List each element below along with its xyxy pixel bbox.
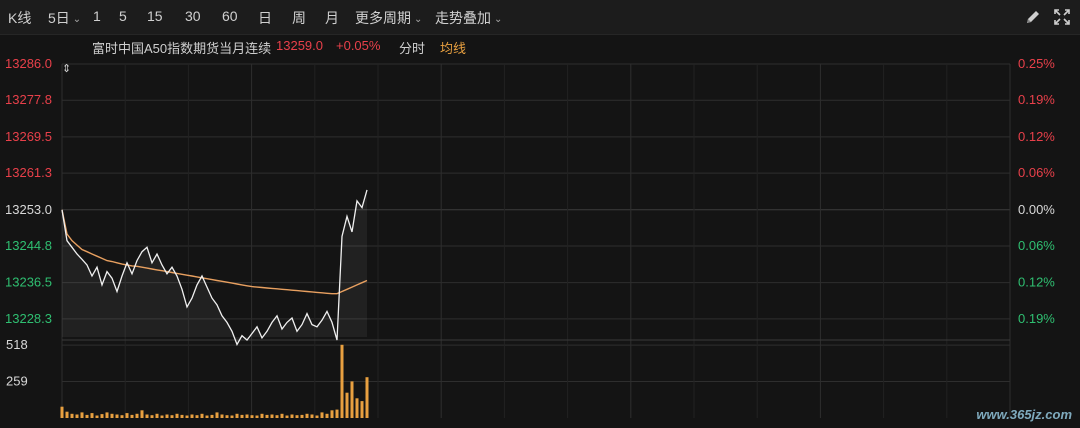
volume-bar bbox=[265, 414, 269, 418]
percent-tick-label: 0.00% bbox=[1018, 202, 1055, 217]
percent-axis: 0.25% 0.19% 0.12% 0.06% 0.00% 0.06% 0.12% 0.19% bbox=[1018, 56, 1055, 326]
volume-bar bbox=[135, 413, 139, 418]
volume-bar bbox=[65, 411, 69, 418]
volume-bar bbox=[70, 413, 74, 418]
volume-bar bbox=[180, 414, 184, 418]
price-tick-label: 13244.8 bbox=[5, 238, 52, 253]
volume-bar bbox=[280, 413, 284, 418]
price-tick-label: 13261.3 bbox=[5, 165, 52, 180]
volume-bar bbox=[215, 412, 219, 418]
price-axis: 13286.0 13277.8 13269.5 13261.3 13253.0 13244… bbox=[5, 56, 52, 326]
volume-bar bbox=[330, 410, 334, 418]
volume-bar bbox=[260, 413, 264, 418]
volume-bar bbox=[315, 415, 319, 418]
volume-bar bbox=[205, 415, 209, 418]
volume-axis: 518 259 bbox=[6, 337, 28, 388]
volume-bar bbox=[165, 414, 169, 418]
volume-bar bbox=[355, 398, 359, 418]
volume-bar bbox=[235, 413, 239, 418]
volume-bar bbox=[335, 409, 339, 418]
volume-bar bbox=[320, 412, 324, 418]
volume-bar bbox=[310, 414, 314, 418]
price-tick-label: 13286.0 bbox=[5, 56, 52, 71]
percent-tick-label: 0.25% bbox=[1018, 56, 1055, 71]
chart-grid bbox=[61, 63, 1011, 418]
price-tick-label: 13253.0 bbox=[5, 202, 52, 217]
volume-bar bbox=[255, 415, 259, 418]
volume-bar bbox=[195, 415, 199, 418]
volume-bar bbox=[345, 392, 349, 418]
intraday-chart: 13286.0 13277.8 13269.5 13261.3 13253.0 13244… bbox=[5, 56, 1055, 418]
volume-bar bbox=[250, 415, 254, 418]
volume-bar bbox=[160, 415, 164, 418]
volume-bar bbox=[170, 415, 174, 418]
volume-bar bbox=[245, 414, 249, 418]
percent-tick-label: 0.06% bbox=[1018, 165, 1055, 180]
crosshair-toggle-icon[interactable]: ⇕ bbox=[62, 63, 71, 75]
volume-bar bbox=[120, 415, 124, 418]
volume-bar bbox=[130, 414, 134, 418]
volume-bar bbox=[125, 413, 129, 418]
volume-bar bbox=[365, 377, 369, 418]
volume-bar bbox=[200, 413, 204, 418]
volume-bar bbox=[275, 415, 279, 418]
volume-bar bbox=[110, 413, 114, 418]
percent-tick-label: 0.19% bbox=[1018, 311, 1055, 326]
price-tick-label: 13228.3 bbox=[5, 311, 52, 326]
volume-bar bbox=[340, 344, 344, 418]
volume-bar bbox=[210, 414, 214, 418]
volume-bar bbox=[225, 415, 229, 418]
price-tick-label: 13277.8 bbox=[5, 92, 52, 107]
volume-bar bbox=[350, 381, 354, 418]
volume-bar bbox=[155, 413, 159, 418]
volume-bar bbox=[295, 415, 299, 418]
volume-bar bbox=[305, 413, 309, 418]
volume-bar bbox=[190, 414, 194, 418]
volume-bar bbox=[240, 414, 244, 418]
volume-bar bbox=[270, 414, 274, 418]
volume-bar bbox=[95, 415, 99, 418]
volume-bar bbox=[285, 415, 289, 418]
price-tick-label: 13236.5 bbox=[5, 275, 52, 290]
volume-bar bbox=[185, 415, 189, 418]
volume-bar bbox=[75, 414, 79, 418]
volume-bar bbox=[175, 413, 179, 418]
volume-tick-label: 259 bbox=[6, 374, 28, 389]
volume-bar bbox=[80, 412, 84, 418]
percent-tick-label: 0.12% bbox=[1018, 275, 1055, 290]
volume-bar bbox=[85, 414, 89, 418]
volume-bar bbox=[290, 414, 294, 418]
volume-bar bbox=[150, 415, 154, 418]
volume-bar bbox=[360, 401, 364, 418]
volume-bar bbox=[60, 406, 64, 418]
volume-bar bbox=[220, 414, 224, 418]
volume-bar bbox=[115, 414, 119, 418]
percent-tick-label: 0.12% bbox=[1018, 129, 1055, 144]
volume-tick-label: 518 bbox=[6, 337, 28, 352]
volume-bar bbox=[230, 415, 234, 418]
percent-tick-label: 0.06% bbox=[1018, 238, 1055, 253]
volume-bar bbox=[100, 414, 104, 418]
watermark: www.365jz.com bbox=[976, 407, 1072, 422]
volume-bar bbox=[140, 410, 144, 418]
volume-bar bbox=[325, 413, 329, 418]
volume-bar bbox=[145, 414, 149, 418]
volume-bar bbox=[105, 412, 109, 418]
volume-bar bbox=[90, 413, 94, 418]
volume-bar bbox=[300, 414, 304, 418]
price-tick-label: 13269.5 bbox=[5, 129, 52, 144]
percent-tick-label: 0.19% bbox=[1018, 92, 1055, 107]
